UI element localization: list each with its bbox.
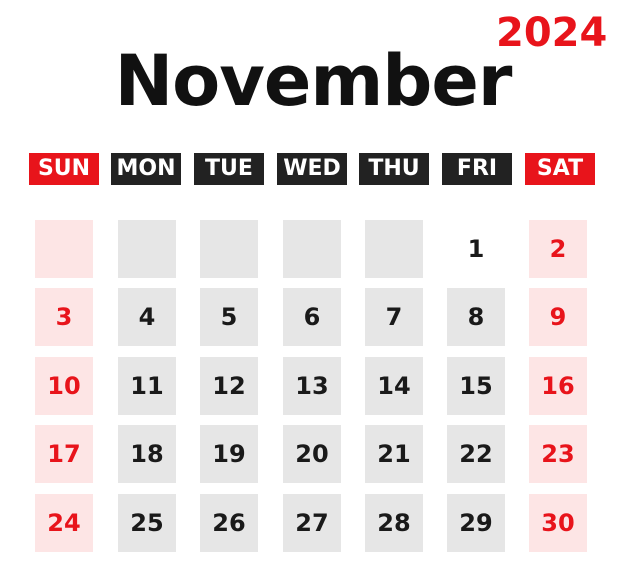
day-cell: 12 xyxy=(200,357,258,415)
day-cell: 30 xyxy=(529,494,587,552)
day-cell: 4 xyxy=(118,288,176,346)
day-cell: 14 xyxy=(365,357,423,415)
day-cell: 11 xyxy=(118,357,176,415)
day-grid: 1 2 3 4 5 6 7 8 9 10 11 12 13 14 15 16 1… xyxy=(0,220,626,560)
day-cell: 1 xyxy=(447,220,505,278)
day-cell: 16 xyxy=(529,357,587,415)
day-cell: 8 xyxy=(447,288,505,346)
day-cell: 5 xyxy=(200,288,258,346)
day-cell xyxy=(200,220,258,278)
day-cell xyxy=(365,220,423,278)
day-cell: 7 xyxy=(365,288,423,346)
day-cell: 10 xyxy=(35,357,93,415)
day-cell: 26 xyxy=(200,494,258,552)
day-cell: 2 xyxy=(529,220,587,278)
day-cell: 3 xyxy=(35,288,93,346)
day-cell xyxy=(118,220,176,278)
day-cell: 25 xyxy=(118,494,176,552)
weekday-sun: SUN xyxy=(29,153,99,185)
day-cell: 20 xyxy=(283,425,341,483)
weekday-fri: FRI xyxy=(442,153,512,185)
day-cell xyxy=(283,220,341,278)
day-cell: 27 xyxy=(283,494,341,552)
weekday-mon: MON xyxy=(111,153,181,185)
day-cell: 6 xyxy=(283,288,341,346)
day-cell: 28 xyxy=(365,494,423,552)
day-cell xyxy=(35,220,93,278)
weekday-tue: TUE xyxy=(194,153,264,185)
month-title: November xyxy=(114,40,513,122)
day-cell: 9 xyxy=(529,288,587,346)
day-cell: 13 xyxy=(283,357,341,415)
weekday-thu: THU xyxy=(359,153,429,185)
weekday-sat: SAT xyxy=(525,153,595,185)
day-cell: 19 xyxy=(200,425,258,483)
day-cell: 22 xyxy=(447,425,505,483)
day-cell: 29 xyxy=(447,494,505,552)
day-cell: 18 xyxy=(118,425,176,483)
weekday-wed: WED xyxy=(277,153,347,185)
day-cell: 24 xyxy=(35,494,93,552)
day-cell: 15 xyxy=(447,357,505,415)
day-cell: 23 xyxy=(529,425,587,483)
weekday-header-row: SUN MON TUE WED THU FRI SAT xyxy=(0,153,626,185)
day-cell: 21 xyxy=(365,425,423,483)
day-cell: 17 xyxy=(35,425,93,483)
